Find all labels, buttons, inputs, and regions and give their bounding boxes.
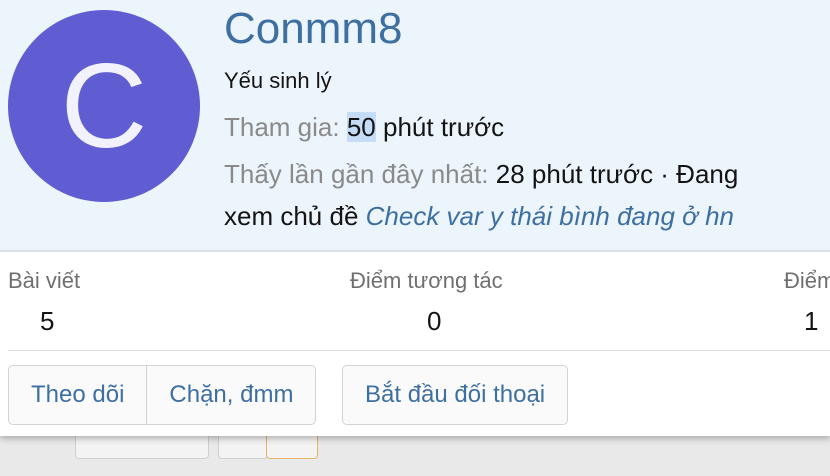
background-button — [75, 436, 209, 459]
stat-value-points[interactable]: 1 — [804, 306, 818, 337]
thread-link[interactable]: Check var y thái bình đang ở hn — [366, 201, 734, 231]
stat-label-posts: Bài viết — [8, 268, 81, 293]
joined-row: Tham gia: 50 phút trước — [224, 112, 504, 143]
username-link[interactable]: Conmm8 — [224, 4, 403, 54]
stat-value-posts[interactable]: 5 — [40, 306, 54, 337]
activity-row: xem chủ đề Check var y thái bình đang ở … — [224, 201, 734, 232]
avatar[interactable]: C — [8, 10, 200, 202]
stat-label-reactions: Điểm tương tác — [350, 268, 503, 293]
joined-label: Tham gia: — [224, 112, 340, 142]
last-seen-value: 28 phút trước · Đang — [495, 159, 739, 189]
joined-value-highlight: 50 — [346, 112, 376, 142]
divider — [8, 350, 830, 351]
member-tooltip-card: C Conmm8 Yếu sinh lý Tham gia: 50 phút t… — [0, 0, 830, 436]
joined-value-rest: phút trước — [375, 112, 505, 142]
stat-label-points: Điểm — [784, 268, 830, 293]
joined-value: 50 phút trước — [346, 112, 505, 142]
block-button[interactable]: Chặn, đmm — [146, 366, 315, 424]
stat-value-reactions: 0 — [427, 306, 442, 336]
follow-button[interactable]: Theo dõi — [9, 366, 146, 424]
background-button-highlighted — [266, 436, 318, 459]
user-title: Yếu sinh lý — [224, 68, 332, 93]
last-seen-row: Thấy lần gần đây nhất: 28 phút trước · Đ… — [224, 159, 738, 190]
member-header: C Conmm8 Yếu sinh lý Tham gia: 50 phút t… — [0, 0, 830, 252]
start-conversation-button[interactable]: Bắt đầu đối thoại — [342, 365, 569, 425]
background-button — [218, 436, 268, 459]
member-action-group: Theo dõi Chặn, đmm — [8, 365, 317, 425]
last-seen-label: Thấy lần gần đây nhất: — [224, 159, 489, 189]
activity-prefix: xem chủ đề — [224, 201, 366, 231]
